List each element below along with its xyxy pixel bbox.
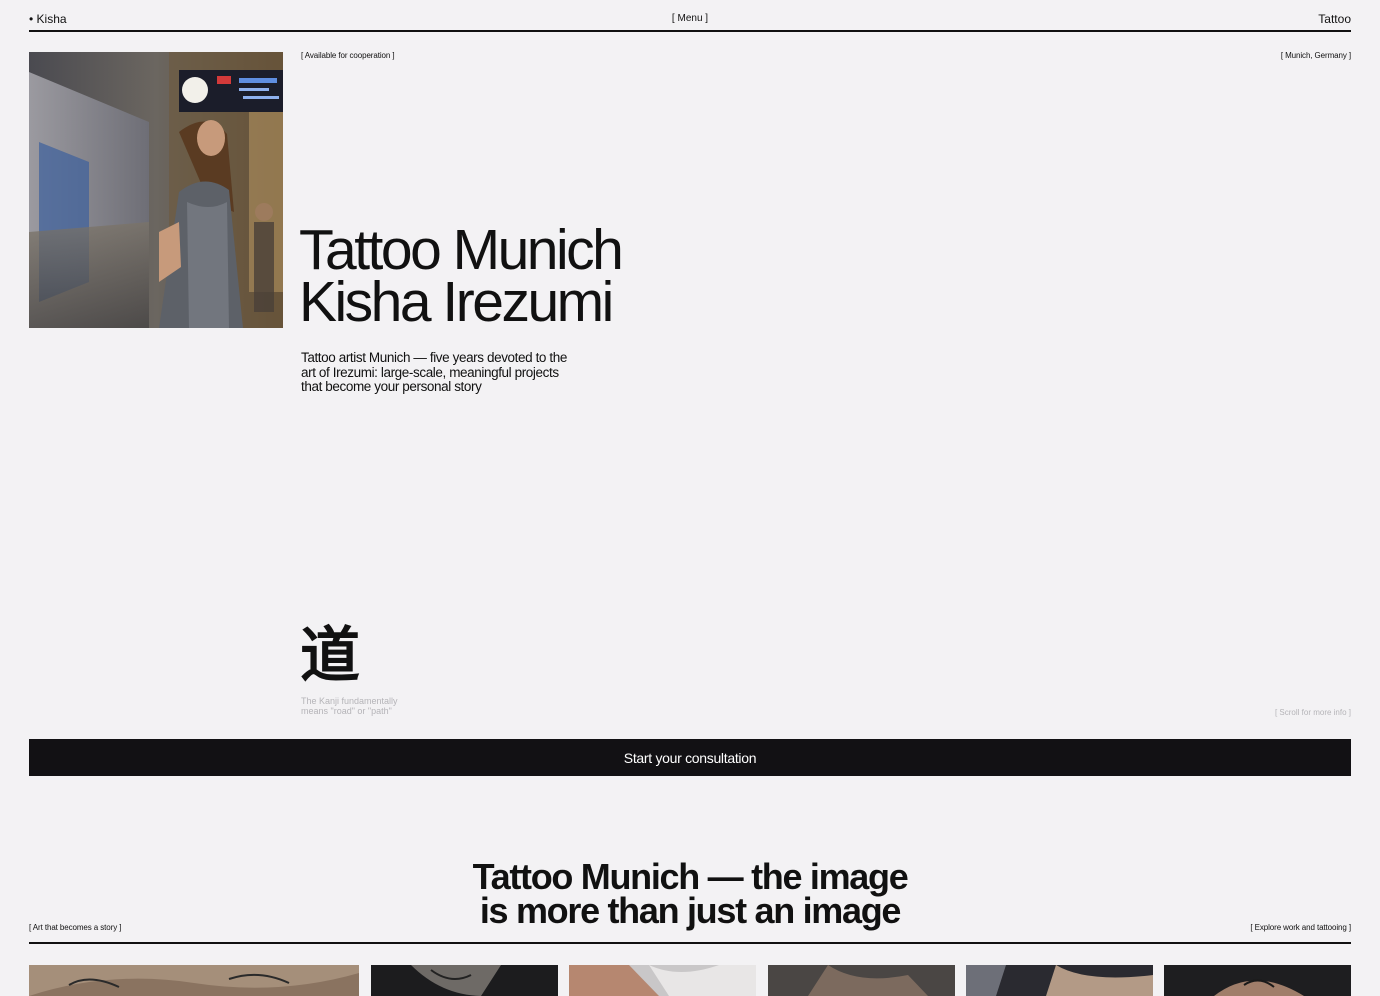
start-consultation-button[interactable]: Start your consultation [29,739,1351,776]
tattoo-photo-2 [371,965,558,996]
hero-description: Tattoo artist Munich — five years devote… [301,350,567,394]
tattoo-nav-link[interactable]: Tattoo [1318,12,1351,26]
explore-work-link[interactable]: [ Explore work and tattooing ] [1250,923,1351,932]
brand-link[interactable]: • Kisha [29,12,67,26]
section-divider [29,942,1351,944]
hero-photo-image [29,52,283,328]
gallery-thumb-5[interactable] [966,965,1153,996]
tattoo-photo-4 [768,965,955,996]
kanji-caption: The Kanji fundamentally means "road" or … [301,696,398,716]
hero-title-line-1: Tattoo Munich [299,218,624,282]
availability-tag: [ Available for cooperation ] [301,51,395,60]
section-title-line-2: is more than just an image [479,890,902,931]
tattoo-photo-5 [966,965,1153,996]
tattoo-photo-3 [569,965,756,996]
gallery-thumb-3[interactable] [569,965,756,996]
gallery-thumb-2[interactable] [371,965,558,996]
tattoo-photo-1 [29,965,359,996]
tattoo-photo-6 [1164,965,1351,996]
top-nav: • Kisha [ Menu ] Tattoo [29,12,1351,32]
gallery-thumb-1[interactable] [29,965,359,996]
section-title: Tattoo Munich — the image is more than j… [0,856,1380,931]
hero-title: Tattoo Munich Kisha Irezumi [299,218,624,334]
scroll-hint: [ Scroll for more info ] [1274,708,1351,717]
hero-title-line-2: Kisha Irezumi [299,270,614,334]
header-divider [29,30,1351,32]
gallery-thumb-6[interactable] [1164,965,1351,996]
section-title-line-1: Tattoo Munich — the image [472,856,909,897]
menu-button[interactable]: [ Menu ] [672,13,708,24]
page: • Kisha [ Menu ] Tattoo [Available for … [0,0,1380,996]
kanji-glyph: 道 [300,621,360,691]
location-tag: [ Munich, Germany ] [1280,51,1351,60]
hero-photo [29,52,283,328]
gallery-thumb-4[interactable] [768,965,955,996]
art-story-tag: [ Art that becomes a story ] [29,923,122,932]
